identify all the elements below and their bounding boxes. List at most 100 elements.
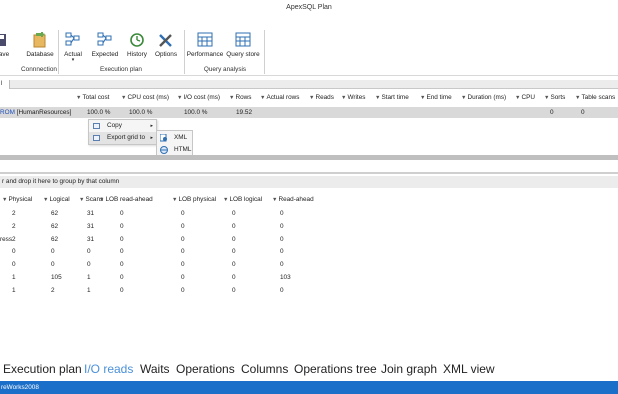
menu-item-xml[interactable]: XML bbox=[157, 132, 192, 144]
filter-icon[interactable]: ▼ bbox=[375, 95, 380, 101]
window-title: ApexSQL Plan bbox=[286, 4, 332, 11]
lob-logical-cell: 0 bbox=[232, 248, 236, 256]
column-header-lob-logical[interactable]: ▼LOB logical bbox=[223, 194, 262, 206]
filter-icon[interactable]: ▼ bbox=[79, 197, 84, 203]
filter-icon[interactable]: ▼ bbox=[272, 197, 277, 203]
column-header-cpu[interactable]: ▼CPU bbox=[515, 91, 535, 105]
export-submenu: XML HTML bbox=[156, 130, 193, 156]
database-button[interactable]: Database bbox=[24, 32, 56, 58]
tab-io-reads[interactable]: I/O reads bbox=[84, 359, 133, 379]
save-label: ave bbox=[0, 51, 10, 58]
filter-icon[interactable]: ▼ bbox=[515, 95, 520, 101]
sql-text: [HumanResources] bbox=[14, 109, 72, 116]
chevron-down-icon: ▾ bbox=[71, 57, 75, 63]
lob-logical-cell: 0 bbox=[232, 274, 236, 281]
menu-item-label: Copy bbox=[107, 122, 122, 129]
table-row[interactable]: 1 2 1 0 0 0 0 bbox=[0, 284, 618, 297]
column-header-logical[interactable]: ▼Logical bbox=[43, 194, 70, 206]
column-header-rows[interactable]: ▼Rows bbox=[229, 91, 251, 105]
column-header-writes[interactable]: ▼Writes bbox=[341, 91, 365, 105]
tab-columns[interactable]: Columns bbox=[241, 359, 288, 379]
document-tab[interactable]: l bbox=[0, 80, 10, 89]
filter-icon[interactable]: ▼ bbox=[99, 197, 104, 203]
column-header-cpu-cost[interactable]: ▼CPU cost (ms) bbox=[121, 91, 169, 105]
table-row[interactable]: 2 62 31 0 0 0 0 bbox=[0, 207, 618, 220]
options-label: Options bbox=[154, 51, 178, 58]
table-row[interactable]: ROM [HumanResources] 100.0 % 100.0 % 100… bbox=[0, 107, 618, 118]
table-row[interactable]: 0 0 0 0 0 0 0 bbox=[0, 245, 618, 258]
table-row[interactable]: 2 62 31 0 0 0 0 bbox=[0, 220, 618, 233]
ribbon-separator bbox=[58, 30, 59, 74]
filter-icon[interactable]: ▼ bbox=[223, 197, 228, 203]
panel-splitter[interactable] bbox=[0, 155, 618, 160]
filter-icon[interactable]: ▼ bbox=[575, 95, 580, 101]
column-header-actual-rows[interactable]: ▼Actual rows bbox=[260, 91, 299, 105]
save-button[interactable]: ave bbox=[0, 32, 12, 58]
tab-xml-view[interactable]: XML view bbox=[443, 359, 495, 379]
header-label: Reads bbox=[315, 94, 334, 101]
query-store-button[interactable]: Query store bbox=[225, 32, 261, 58]
filter-icon[interactable]: ▼ bbox=[229, 95, 234, 101]
column-header-duration[interactable]: ▼Duration (ms) bbox=[461, 91, 506, 105]
chevron-right-icon: ▸ bbox=[150, 135, 153, 141]
performance-button[interactable]: Performance bbox=[186, 32, 224, 58]
tab-operations[interactable]: Operations bbox=[176, 359, 235, 379]
column-header-start-time[interactable]: ▼Start time bbox=[375, 91, 409, 105]
menu-item-label: XML bbox=[174, 134, 188, 141]
actual-button[interactable]: Actual ▾ bbox=[60, 32, 86, 63]
filter-icon[interactable]: ▼ bbox=[76, 95, 81, 101]
filter-icon[interactable]: ▼ bbox=[2, 197, 7, 203]
menu-item-label: HTML bbox=[174, 146, 192, 153]
column-header-lob-read-ahead[interactable]: ▼LOB read-ahead bbox=[99, 194, 153, 206]
column-header-end-time[interactable]: ▼End time bbox=[420, 91, 452, 105]
physical-cell: 2 bbox=[12, 210, 16, 217]
column-header-reads[interactable]: ▼Reads bbox=[309, 91, 334, 105]
column-header-physical[interactable]: ▼Physical bbox=[2, 194, 32, 206]
column-header-read-ahead[interactable]: ▼Read-ahead bbox=[272, 194, 314, 206]
lob-read-ahead-cell: 0 bbox=[120, 261, 124, 269]
table-row[interactable]: 0 0 0 0 0 0 0 bbox=[0, 258, 618, 271]
performance-label: Performance bbox=[186, 51, 224, 58]
filter-icon[interactable]: ▼ bbox=[341, 95, 346, 101]
bottom-tab-bar: Execution plan I/O reads Waits Operation… bbox=[0, 359, 618, 379]
column-header-total-cost[interactable]: ▼Total cost bbox=[76, 91, 109, 105]
scans-cell: 31 bbox=[87, 235, 95, 243]
filter-icon[interactable]: ▼ bbox=[121, 95, 126, 101]
options-button[interactable]: Options bbox=[153, 32, 179, 58]
header-label: End time bbox=[426, 94, 452, 101]
filter-icon[interactable]: ▼ bbox=[309, 95, 314, 101]
chevron-right-icon: ▸ bbox=[150, 123, 153, 129]
expected-button[interactable]: Expected bbox=[89, 32, 121, 58]
tab-waits[interactable]: Waits bbox=[140, 359, 170, 379]
lob-physical-cell: 0 bbox=[181, 222, 185, 230]
group-by-panel[interactable]: r and drop it here to group by that colu… bbox=[0, 176, 618, 188]
column-header-lob-physical[interactable]: ▼LOB physical bbox=[172, 194, 216, 206]
filter-icon[interactable]: ▼ bbox=[43, 197, 48, 203]
filter-icon[interactable]: ▼ bbox=[177, 95, 182, 101]
filter-icon[interactable]: ▼ bbox=[420, 95, 425, 101]
scans-cell: 31 bbox=[87, 210, 95, 217]
column-header-sorts[interactable]: ▼Sorts bbox=[544, 91, 565, 105]
name-cell: ress bbox=[0, 235, 13, 243]
filter-icon[interactable]: ▼ bbox=[461, 95, 466, 101]
column-header-table-scans[interactable]: ▼Table scans bbox=[575, 91, 615, 105]
lob-read-ahead-cell: 0 bbox=[120, 274, 124, 281]
tab-execution-plan[interactable]: Execution plan bbox=[3, 359, 82, 379]
history-button[interactable]: History bbox=[124, 32, 150, 58]
table-row[interactable]: 1 105 1 0 0 0 103 bbox=[0, 271, 618, 284]
table-row[interactable]: ress 2 62 31 0 0 0 0 bbox=[0, 233, 618, 246]
menu-item-copy[interactable]: Copy ▸ bbox=[89, 120, 156, 132]
filter-icon[interactable]: ▼ bbox=[260, 95, 265, 101]
expected-label: Expected bbox=[91, 51, 119, 58]
column-header-io-cost[interactable]: ▼I/O cost (ms) bbox=[177, 91, 220, 105]
filter-icon[interactable]: ▼ bbox=[172, 197, 177, 203]
tab-operations-tree[interactable]: Operations tree bbox=[294, 359, 377, 379]
read-ahead-cell: 0 bbox=[280, 210, 284, 217]
filter-icon[interactable]: ▼ bbox=[544, 95, 549, 101]
header-label: Duration (ms) bbox=[467, 94, 507, 101]
menu-item-export-grid[interactable]: Export grid to ▸ bbox=[89, 132, 156, 144]
group-execution-plan: Execution plan bbox=[100, 66, 142, 73]
tab-join-graph[interactable]: Join graph bbox=[381, 359, 437, 379]
lob-read-ahead-cell: 0 bbox=[120, 222, 124, 230]
menu-item-label: Export grid to bbox=[107, 134, 146, 141]
